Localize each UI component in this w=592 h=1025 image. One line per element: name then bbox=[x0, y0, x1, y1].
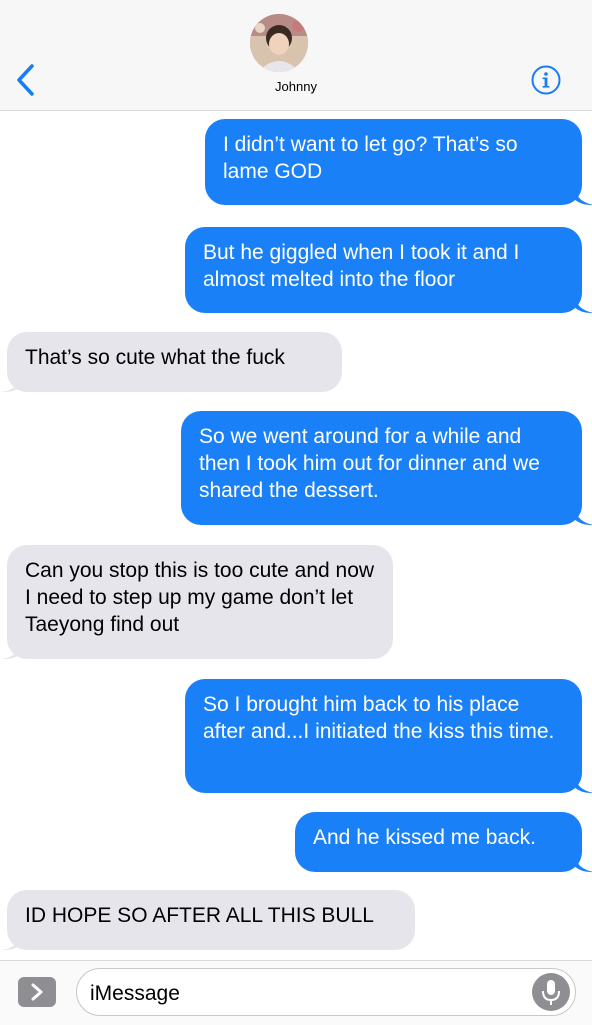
message-text: So I brought him back to his place after… bbox=[203, 693, 555, 743]
bubble-tail bbox=[574, 774, 592, 794]
message-input-bar: iMessage bbox=[0, 960, 592, 1025]
apps-expand-button[interactable] bbox=[18, 977, 56, 1007]
message-text: ID HOPE SO AFTER ALL THIS BULL bbox=[25, 904, 374, 927]
bubble-tail bbox=[2, 373, 22, 393]
message-input-placeholder: iMessage bbox=[90, 982, 180, 1005]
message-bubble-incoming[interactable]: ID HOPE SO AFTER ALL THIS BULL bbox=[7, 890, 415, 950]
contact-name[interactable]: Johnny bbox=[0, 79, 592, 94]
message-input[interactable]: iMessage bbox=[76, 968, 576, 1016]
avatar[interactable] bbox=[250, 14, 308, 72]
bubble-tail bbox=[2, 931, 22, 951]
chevron-right-icon bbox=[31, 983, 43, 1001]
info-icon bbox=[531, 65, 561, 95]
message-bubble-outgoing[interactable]: So I brought him back to his place after… bbox=[185, 679, 582, 793]
avatar-photo bbox=[250, 14, 308, 72]
message-text: And he kissed me back. bbox=[313, 826, 536, 849]
message-bubble-outgoing[interactable]: I didn’t want to let go? That’s so lame … bbox=[205, 119, 582, 205]
conversation-header: Johnny bbox=[0, 0, 592, 111]
bubble-tail bbox=[574, 853, 592, 873]
message-text: But he giggled when I took it and I almo… bbox=[203, 241, 520, 291]
message-bubble-outgoing[interactable]: And he kissed me back. bbox=[295, 812, 582, 872]
scroll-fade bbox=[0, 111, 592, 122]
microphone-icon bbox=[542, 980, 560, 1005]
bubble-tail bbox=[574, 186, 592, 206]
bubble-tail bbox=[574, 294, 592, 314]
bubble-tail bbox=[2, 640, 22, 660]
message-text: That’s so cute what the fuck bbox=[25, 346, 285, 369]
message-bubble-incoming[interactable]: That’s so cute what the fuck bbox=[7, 332, 342, 392]
message-text: I didn’t want to let go? That’s so lame … bbox=[223, 133, 518, 183]
message-text: So we went around for a while and then I… bbox=[199, 425, 540, 502]
microphone-button[interactable] bbox=[532, 973, 570, 1011]
message-bubble-incoming[interactable]: Can you stop this is too cute and now I … bbox=[7, 545, 393, 659]
info-button[interactable] bbox=[530, 64, 562, 96]
message-text: Can you stop this is too cute and now I … bbox=[25, 559, 375, 636]
message-bubble-outgoing[interactable]: So we went around for a while and then I… bbox=[181, 411, 582, 525]
bubble-tail bbox=[574, 506, 592, 526]
message-bubble-outgoing[interactable]: But he giggled when I took it and I almo… bbox=[185, 227, 582, 313]
